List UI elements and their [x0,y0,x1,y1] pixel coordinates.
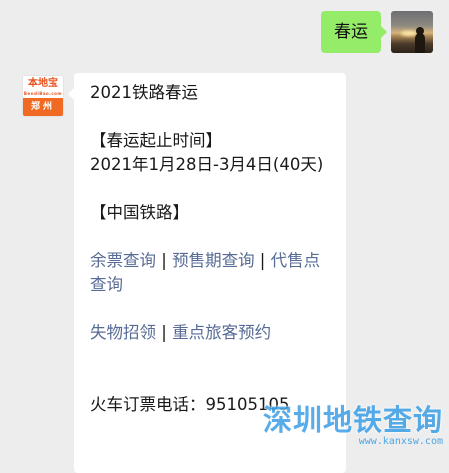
presale-period-link[interactable]: 预售期查询 [172,251,255,270]
bendibao-logo: 本地宝 BendiBao.com [23,76,63,99]
message-title: 2021铁路春运 [90,83,198,102]
official-account-avatar[interactable]: 本地宝 BendiBao.com 郑州 [22,75,64,117]
outgoing-message-row: 春运 [321,11,433,53]
watermark-url: www.kanxsw.com [358,436,443,447]
avatar-person-silhouette [415,27,425,53]
remaining-tickets-link[interactable]: 余票查询 [90,251,156,270]
watermark: 深圳地铁查询 www.kanxsw.com [262,403,443,448]
logo-city-label: 郑州 [23,98,63,116]
user-avatar[interactable] [391,11,433,53]
lost-and-found-link[interactable]: 失物招领 [90,323,156,342]
period-header: 【春运起止时间】 [90,131,222,150]
priority-passenger-booking-link[interactable]: 重点旅客预约 [172,323,271,342]
links-row-2: 失物招领 | 重点旅客预约 [90,321,332,345]
logo-brand-subtext: BendiBao.com [23,91,63,96]
outgoing-message-bubble[interactable]: 春运 [321,11,387,53]
logo-brand-text: 本地宝 [28,78,58,89]
phone-label: 火车订票电话： [90,395,206,414]
period-value: 2021年1月28日-3月4日(40天) [90,155,324,174]
link-separator: | [156,323,173,342]
link-separator: | [156,251,173,270]
railway-header: 【中国铁路】 [90,203,189,222]
links-row-1: 余票查询 | 预售期查询 | 代售点查询 [90,249,332,297]
link-separator: | [254,251,271,270]
watermark-title: 深圳地铁查询 [262,403,443,437]
